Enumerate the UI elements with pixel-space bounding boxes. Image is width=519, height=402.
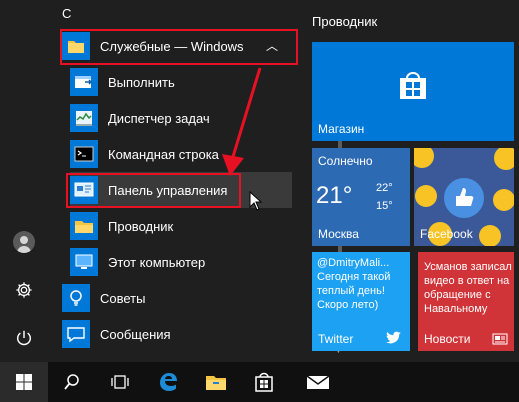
app-tips[interactable]: Советы	[62, 280, 292, 316]
news-icon	[492, 333, 508, 345]
windows-start-icon	[16, 374, 32, 390]
app-task-manager[interactable]: Диспетчер задач	[70, 100, 292, 136]
this-pc-icon	[70, 248, 98, 276]
power-button[interactable]	[0, 314, 48, 362]
letter-header[interactable]: С	[62, 6, 71, 21]
app-label: Панель управления	[108, 182, 228, 198]
folder-label: Служебные — Windows	[100, 38, 244, 54]
facebook-tile-label: Facebook	[420, 227, 473, 241]
tile-group-title[interactable]: Проводник	[312, 14, 377, 29]
weather-condition: Солнечно	[318, 154, 373, 168]
app-label: Советы	[100, 290, 146, 306]
store-tile-label: Магазин	[318, 122, 365, 136]
twitter-tile[interactable]: @DmitryMali... Сегодня такой теплый день…	[312, 252, 410, 351]
messaging-icon	[62, 320, 90, 348]
facebook-tile[interactable]: Facebook	[414, 148, 514, 246]
twitter-tile-label: Twitter	[318, 332, 354, 346]
task-manager-icon	[70, 104, 98, 132]
weather-temperature: 21°	[316, 182, 353, 209]
app-list: С Служебные — Windows ︿ Выполнить Диспет…	[48, 0, 342, 362]
twitter-tile-text: @DmitryMali... Сегодня такой теплый день…	[317, 257, 391, 311]
news-tile-text: Усманов записал видео в ответ на обращен…	[424, 261, 512, 315]
store-tile[interactable]: Магазин	[312, 42, 514, 141]
tips-icon	[62, 284, 90, 312]
store-icon	[400, 72, 426, 99]
start-button[interactable]	[0, 362, 48, 402]
chevron-up-icon: ︿	[265, 39, 278, 53]
app-label: Проводник	[108, 218, 174, 234]
app-label: Этот компьютер	[108, 254, 206, 270]
folder-icon	[62, 32, 90, 60]
mail-taskbar-button[interactable]	[294, 362, 342, 402]
gear-icon	[16, 282, 32, 298]
weather-high: 22°	[376, 182, 393, 194]
file-explorer-icon	[70, 212, 98, 240]
store-icon	[255, 372, 273, 392]
task-view-icon	[111, 375, 129, 389]
edge-icon	[160, 373, 177, 391]
app-label: Диспетчер задач	[108, 110, 210, 126]
settings-button[interactable]	[0, 266, 48, 314]
search-icon	[64, 374, 79, 390]
weather-tile[interactable]: Солнечно 21° 22° 15° Москва	[312, 148, 410, 246]
explorer-taskbar-button[interactable]	[192, 362, 240, 402]
control-panel-icon	[70, 176, 98, 204]
app-this-pc[interactable]: Этот компьютер	[70, 244, 292, 280]
app-file-explorer[interactable]: Проводник	[70, 208, 292, 244]
user-icon	[13, 231, 35, 253]
search-button[interactable]	[48, 362, 96, 402]
twitter-bird-icon	[386, 331, 401, 344]
store-taskbar-button[interactable]	[240, 362, 288, 402]
app-messaging[interactable]: Сообщения	[62, 316, 292, 352]
news-tile[interactable]: Усманов записал видео в ответ на обращен…	[418, 252, 514, 351]
app-command-prompt[interactable]: Командная строка	[70, 136, 292, 172]
edge-button[interactable]	[144, 362, 192, 402]
app-label: Командная строка	[108, 146, 219, 162]
taskbar	[0, 362, 519, 402]
app-run[interactable]: Выполнить	[70, 64, 292, 100]
folder-windows-accessories[interactable]: Служебные — Windows ︿	[62, 28, 292, 64]
mouse-cursor-icon	[249, 191, 263, 211]
command-prompt-icon	[70, 140, 98, 168]
file-explorer-icon	[206, 376, 226, 390]
run-icon	[70, 68, 98, 96]
news-tile-label: Новости	[424, 332, 471, 346]
app-label: Сообщения	[100, 326, 171, 342]
mail-icon	[306, 375, 330, 389]
start-menu-rail	[0, 0, 48, 362]
weather-low: 15°	[376, 200, 393, 212]
task-view-button[interactable]	[96, 362, 144, 402]
weather-city: Москва	[318, 227, 359, 241]
app-label: Выполнить	[108, 74, 175, 90]
user-account-button[interactable]	[0, 218, 48, 266]
power-icon	[16, 330, 32, 346]
